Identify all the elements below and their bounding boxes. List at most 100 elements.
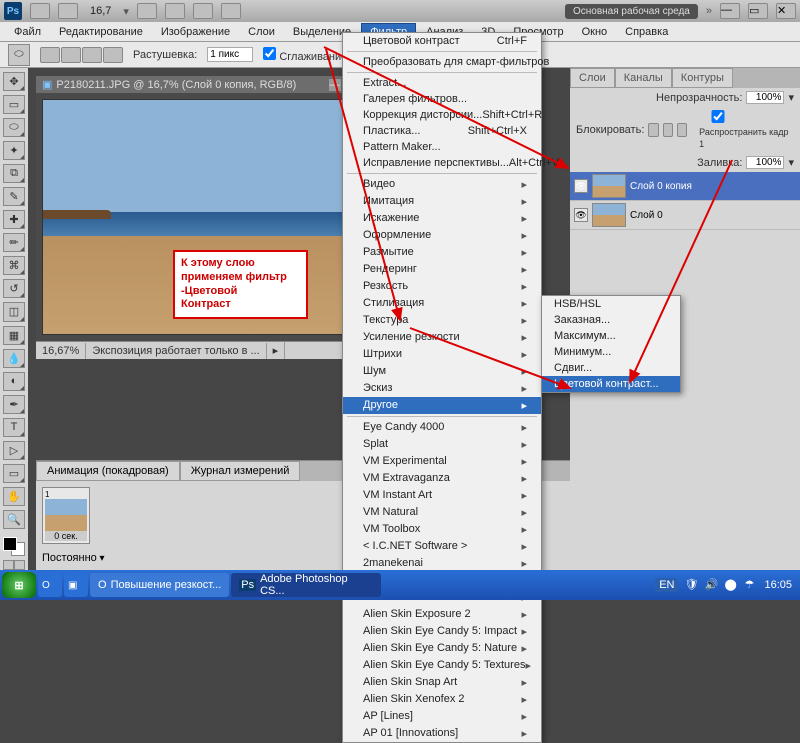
marquee-tool[interactable]: ▭: [3, 95, 25, 114]
submenu-item[interactable]: Заказная...: [542, 312, 680, 328]
menu-item[interactable]: VM Experimental: [343, 453, 541, 470]
menu-item[interactable]: VM Extravaganza: [343, 470, 541, 487]
eyedropper-tool[interactable]: ✎: [3, 187, 25, 206]
heal-tool[interactable]: ✚: [3, 210, 25, 229]
menu-item[interactable]: Шум: [343, 363, 541, 380]
menu-item[interactable]: AP [Lines]: [343, 708, 541, 725]
menu-справка[interactable]: Справка: [617, 24, 676, 40]
quick-mask-toggle[interactable]: [3, 560, 25, 570]
menu-item[interactable]: VM Natural: [343, 504, 541, 521]
submenu-item[interactable]: HSB/HSL: [542, 296, 680, 312]
menu-item[interactable]: Стилизация: [343, 295, 541, 312]
quicklaunch[interactable]: O: [38, 573, 62, 597]
menu-item[interactable]: Эскиз: [343, 380, 541, 397]
menu-файл[interactable]: Файл: [6, 24, 49, 40]
menu-item[interactable]: Видео: [343, 176, 541, 193]
pen-tool[interactable]: ✒: [3, 395, 25, 414]
menu-item[interactable]: Alien Skin Eye Candy 5: Textures: [343, 657, 541, 674]
tray-icon[interactable]: 🔊: [704, 578, 718, 592]
visibility-icon[interactable]: 👁: [574, 179, 588, 193]
move-tool[interactable]: ✥: [3, 72, 25, 91]
lasso-tool-icon[interactable]: ⬭: [8, 44, 30, 66]
layer-row[interactable]: 👁Слой 0: [570, 201, 800, 230]
frame-1[interactable]: 1 0 сек.: [42, 487, 90, 544]
tab-Анимация (покадровая)[interactable]: Анимация (покадровая): [36, 461, 180, 481]
gradient-tool[interactable]: ▦: [3, 326, 25, 345]
tray-icon[interactable]: ⬤: [724, 578, 738, 592]
menu-item[interactable]: Alien Skin Snap Art: [343, 674, 541, 691]
zoom-indicator[interactable]: 16,7: [86, 5, 115, 17]
close-button[interactable]: ✕: [776, 3, 796, 19]
eraser-tool[interactable]: ◫: [3, 302, 25, 321]
menu-item[interactable]: Extract...: [343, 75, 541, 91]
dodge-tool[interactable]: ◐: [3, 372, 25, 391]
menu-item[interactable]: Имитация: [343, 193, 541, 210]
tab-Контуры[interactable]: Контуры: [672, 68, 733, 88]
wand-tool[interactable]: ✦: [3, 141, 25, 160]
menu-item[interactable]: Pattern Maker...: [343, 139, 541, 155]
menu-item[interactable]: Коррекция дисторсии...Shift+Ctrl+R: [343, 107, 541, 123]
history-brush-tool[interactable]: ↺: [3, 279, 25, 298]
lasso-tool[interactable]: ⬭: [3, 118, 25, 137]
minimize-button[interactable]: —: [720, 3, 740, 19]
fill-input[interactable]: [746, 156, 784, 169]
zoom-tool[interactable]: 🔍: [3, 510, 25, 529]
menu-item[interactable]: Усиление резкости: [343, 329, 541, 346]
menu-item[interactable]: Размытие: [343, 244, 541, 261]
task-1[interactable]: OПовышение резкост...: [90, 573, 229, 597]
maximize-button[interactable]: ▭: [748, 3, 768, 19]
doc-min[interactable]: —: [329, 79, 341, 91]
menu-редактирование[interactable]: Редактирование: [51, 24, 151, 40]
crop-tool[interactable]: ⧉: [3, 164, 25, 183]
submenu-item[interactable]: Максимум...: [542, 328, 680, 344]
layer-row[interactable]: 👁Слой 0 копия: [570, 172, 800, 201]
zoom-readout[interactable]: 16,67%: [36, 343, 86, 359]
menu-item[interactable]: Резкость: [343, 278, 541, 295]
sel-new[interactable]: [40, 47, 60, 63]
menu-item[interactable]: VM Instant Art: [343, 487, 541, 504]
menu-item[interactable]: Alien Skin Eye Candy 5: Nature: [343, 640, 541, 657]
sel-sub[interactable]: [82, 47, 102, 63]
menu-item[interactable]: VM Toolbox: [343, 521, 541, 538]
menu-item[interactable]: Пластика...Shift+Ctrl+X: [343, 123, 541, 139]
menu-item[interactable]: Штрихи: [343, 346, 541, 363]
stamp-tool[interactable]: ⌘: [3, 256, 25, 275]
menu-item[interactable]: Рендеринг: [343, 261, 541, 278]
submenu-item[interactable]: Цветовой контраст...: [542, 376, 680, 392]
menu-item[interactable]: Цветовой контрастCtrl+F: [343, 33, 541, 49]
menu-item[interactable]: AP 01 [Innovations]: [343, 725, 541, 742]
menu-изображение[interactable]: Изображение: [153, 24, 238, 40]
menu-item[interactable]: Искажение: [343, 210, 541, 227]
status-arrow[interactable]: ▸: [267, 342, 286, 359]
spread-check[interactable]: Распространить кадр 1: [699, 110, 794, 150]
menu-item[interactable]: Splat: [343, 436, 541, 453]
sel-add[interactable]: [61, 47, 81, 63]
task-2[interactable]: PsAdobe Photoshop CS...: [231, 573, 381, 597]
type-tool[interactable]: T: [3, 418, 25, 437]
menu-item[interactable]: Eye Candy 4000: [343, 419, 541, 436]
visibility-icon[interactable]: 👁: [574, 208, 588, 222]
menu-item[interactable]: Текстура: [343, 312, 541, 329]
screen-mode-button[interactable]: [58, 3, 78, 19]
antialias-check[interactable]: Сглаживание: [263, 47, 347, 63]
arrange-button[interactable]: [221, 3, 241, 19]
start-button[interactable]: ⊞: [2, 572, 36, 598]
menu-item[interactable]: Alien Skin Exposure 2: [343, 606, 541, 623]
workspace-selector[interactable]: Основная рабочая среда: [565, 4, 698, 19]
menu-окно[interactable]: Окно: [574, 24, 616, 40]
tab-Журнал измерений[interactable]: Журнал измерений: [180, 461, 301, 481]
menu-item[interactable]: Оформление: [343, 227, 541, 244]
canvas[interactable]: К этому слоюприменяем фильтр-ЦветовойКон…: [42, 99, 386, 335]
blur-tool[interactable]: 💧: [3, 349, 25, 368]
tab-Каналы[interactable]: Каналы: [615, 68, 672, 88]
lock-pixels[interactable]: [648, 123, 658, 137]
hand-tool[interactable]: ✋: [3, 487, 25, 506]
menu-item[interactable]: Преобразовать для смарт-фильтров: [343, 54, 541, 70]
brush-tool[interactable]: ✏: [3, 233, 25, 252]
clock[interactable]: 16:05: [764, 579, 792, 591]
menu-слои[interactable]: Слои: [240, 24, 283, 40]
lang-indicator[interactable]: EN: [655, 578, 678, 592]
tray-icon[interactable]: 🛡: [684, 578, 698, 592]
menu-item[interactable]: Alien Skin Xenofex 2: [343, 691, 541, 708]
system-tray[interactable]: EN 🛡 🔊 ⬤ ☂ 16:05: [655, 578, 798, 592]
